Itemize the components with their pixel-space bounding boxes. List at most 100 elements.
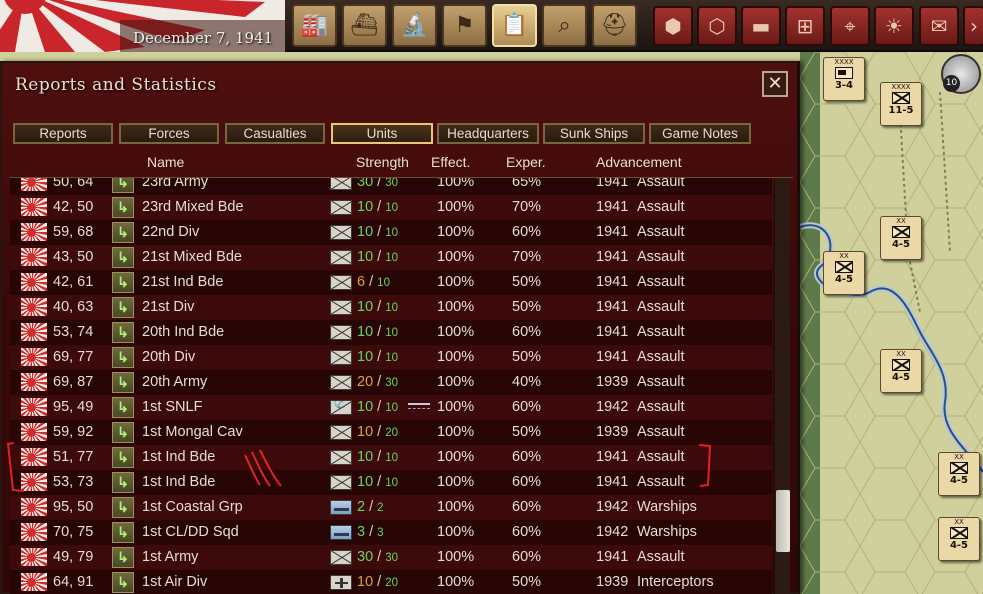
- objectives-button[interactable]: ⚑: [442, 4, 487, 47]
- unit-counter[interactable]: XX 4-5: [880, 349, 922, 393]
- resources-button[interactable]: ⊞: [785, 6, 825, 46]
- unit-coordinates: 42, 50: [53, 199, 94, 215]
- advancement-year: 1941: [596, 299, 629, 315]
- goto-unit-icon[interactable]: ↳: [112, 272, 134, 293]
- table-row[interactable]: 59, 68 ↳ 22nd Div 10 / 10 100% 60% 1941 Assault: [10, 220, 772, 245]
- strength-current: 10: [357, 349, 374, 365]
- goto-unit-icon[interactable]: ↳: [112, 522, 134, 543]
- advancement-year: 1942: [596, 499, 629, 515]
- unit-counter[interactable]: XXXX 3-4: [823, 57, 865, 101]
- unit-effectiveness: 100%: [437, 399, 475, 415]
- table-row[interactable]: 64, 91 ↳ 1st Air Div 10 / 20 100% 50% 1939 Inte…: [10, 570, 772, 594]
- target-button[interactable]: ⌖: [830, 6, 870, 46]
- japan-flag-icon: [21, 248, 47, 266]
- infantry-unit-icon: [330, 425, 352, 440]
- table-row[interactable]: 40, 63 ↳ 21st Div 10 / 10 100% 50% 1941 Assault: [10, 295, 772, 320]
- unit-coordinates: 51, 77: [53, 449, 94, 465]
- goto-unit-icon[interactable]: ↳: [112, 347, 134, 368]
- infantry-symbol-icon: [892, 92, 910, 104]
- infantry-unit-icon: [330, 375, 352, 390]
- intelligence-button[interactable]: ⌕: [542, 4, 587, 47]
- advancement-year: 1939: [596, 424, 629, 440]
- strength-max: 3: [377, 527, 384, 539]
- vertical-scrollbar[interactable]: [774, 178, 790, 594]
- army-button[interactable]: ⛑: [592, 4, 637, 47]
- tab-game-notes[interactable]: Game Notes: [649, 123, 751, 144]
- unit-size-label: XXXX: [891, 83, 911, 91]
- goto-unit-icon[interactable]: ↳: [112, 447, 134, 468]
- unit-stack-badge[interactable]: 10: [941, 54, 981, 94]
- mail-button[interactable]: ✉: [919, 6, 959, 46]
- strength-max: 10: [385, 302, 399, 314]
- table-row[interactable]: 51, 77 ↳ 1st Ind Bde 10 / 10 100% 60% 1941 Assa…: [10, 445, 772, 470]
- goto-unit-icon[interactable]: ↳: [112, 547, 134, 568]
- goto-unit-icon[interactable]: ↳: [112, 197, 134, 218]
- unit-effectiveness: 100%: [437, 449, 475, 465]
- table-row[interactable]: 42, 50 ↳ 23rd Mixed Bde 10 / 10 100% 70% 1941 A…: [10, 195, 772, 220]
- goto-unit-icon[interactable]: ↳: [112, 222, 134, 243]
- table-row[interactable]: 43, 50 ↳ 21st Mixed Bde 10 / 10 100% 70% 1941 A…: [10, 245, 772, 270]
- table-row[interactable]: 59, 92 ↳ 1st Mongal Cav 10 / 20 100% 50% 1939 A…: [10, 420, 772, 445]
- column-header-name[interactable]: Name: [147, 154, 184, 170]
- table-row[interactable]: 50, 64 ↳ 23rd Army 30 / 30 100% 65% 1941 Assaul…: [10, 178, 772, 195]
- weather-button[interactable]: ☀: [874, 6, 914, 46]
- unit-counter[interactable]: XX 4-5: [938, 517, 980, 561]
- column-header-strength[interactable]: Strength: [356, 154, 409, 170]
- goto-unit-icon[interactable]: ↳: [112, 422, 134, 443]
- unit-effectiveness: 100%: [437, 549, 475, 565]
- unit-coordinates: 42, 61: [53, 274, 94, 290]
- table-row[interactable]: 42, 61 ↳ 21st Ind Bde 6 / 10 100% 50% 1941 Assa…: [10, 270, 772, 295]
- more-button[interactable]: ›: [963, 6, 983, 46]
- production-button[interactable]: 🏭: [292, 4, 337, 47]
- goto-unit-icon[interactable]: ↳: [112, 372, 134, 393]
- table-row[interactable]: 70, 75 ↳ 1st CL/DD Sqd 3 / 3 100% 60% 1942 Wars…: [10, 520, 772, 545]
- close-button[interactable]: ✕: [762, 71, 788, 97]
- research-button[interactable]: 🔬: [392, 4, 437, 47]
- scroll-thumb[interactable]: [776, 490, 790, 552]
- table-row[interactable]: 53, 73 ↳ 1st Ind Bde 10 / 10 100% 60% 1941 Assa…: [10, 470, 772, 495]
- column-header-advancement[interactable]: Advancement: [596, 154, 682, 170]
- hex-button[interactable]: ⬢: [653, 6, 693, 46]
- unit-coordinates: 95, 50: [53, 499, 94, 515]
- goto-unit-icon[interactable]: ↳: [112, 572, 134, 593]
- tab-headquarters[interactable]: Headquarters: [437, 123, 539, 144]
- unit-name: 1st Mongal Cav: [142, 424, 243, 440]
- unit-list[interactable]: 64, 91 ↳ 1st Air Div 10 / 20 100% 50% 1939 Inte…: [10, 177, 793, 594]
- advancement-type: Assault: [637, 449, 685, 465]
- reports-button[interactable]: 📋: [492, 4, 537, 47]
- chevron-right-icon: ›: [970, 14, 978, 38]
- table-row[interactable]: 95, 49 ↳ 1st SNLF 10 / 10 100% 60% 1942 Assault: [10, 395, 772, 420]
- goto-unit-icon[interactable]: ↳: [112, 322, 134, 343]
- unit-counter[interactable]: XXXX 11-5: [880, 82, 922, 126]
- coins-icon: ⊞: [796, 14, 814, 38]
- unit-experience: 50%: [512, 349, 542, 365]
- table-row[interactable]: 69, 77 ↳ 20th Div 10 / 10 100% 50% 1941 Assault: [10, 345, 772, 370]
- table-row[interactable]: 53, 74 ↳ 20th Ind Bde 10 / 10 100% 60% 1941 Ass…: [10, 320, 772, 345]
- table-row[interactable]: 95, 50 ↳ 1st Coastal Grp 2 / 2 100% 60% 1942 Wa…: [10, 495, 772, 520]
- tab-reports[interactable]: Reports: [13, 123, 113, 144]
- unit-effectiveness: 100%: [437, 474, 475, 490]
- goto-unit-icon[interactable]: ↳: [112, 472, 134, 493]
- table-row[interactable]: 49, 79 ↳ 1st Army 30 / 30 100% 60% 1941 Assault: [10, 545, 772, 570]
- goto-unit-icon[interactable]: ↳: [112, 297, 134, 318]
- supply-train-button[interactable]: ▬: [741, 6, 781, 46]
- goto-unit-icon[interactable]: ↳: [112, 397, 134, 418]
- column-header-effect[interactable]: Effect.: [431, 154, 470, 170]
- table-row[interactable]: 69, 87 ↳ 20th Army 20 / 30 100% 40% 1939 Assaul…: [10, 370, 772, 395]
- tab-units[interactable]: Units: [331, 123, 433, 144]
- naval-button[interactable]: ⛴: [342, 4, 387, 47]
- tab-casualties[interactable]: Casualties: [225, 123, 325, 144]
- unit-coordinates: 59, 92: [53, 424, 94, 440]
- goto-unit-icon[interactable]: ↳: [112, 497, 134, 518]
- unit-counter[interactable]: XX 4-5: [823, 251, 865, 295]
- tab-forces[interactable]: Forces: [119, 123, 219, 144]
- goto-unit-icon[interactable]: ↳: [112, 247, 134, 268]
- crosshair-icon: ⌖: [844, 14, 856, 38]
- unit-counter[interactable]: XX 4-5: [938, 452, 980, 496]
- tab-sunk-ships[interactable]: Sunk Ships: [543, 123, 645, 144]
- game-map[interactable]: 10 XXXX 3-4 XXXX 11-5 XX 4-5 XX 4-5 XX 4…: [800, 52, 983, 594]
- unit-counter[interactable]: XX 4-5: [880, 216, 922, 260]
- column-header-exper[interactable]: Exper.: [506, 154, 546, 170]
- hex-grid-button[interactable]: ⬡: [697, 6, 737, 46]
- goto-unit-icon[interactable]: ↳: [112, 178, 134, 193]
